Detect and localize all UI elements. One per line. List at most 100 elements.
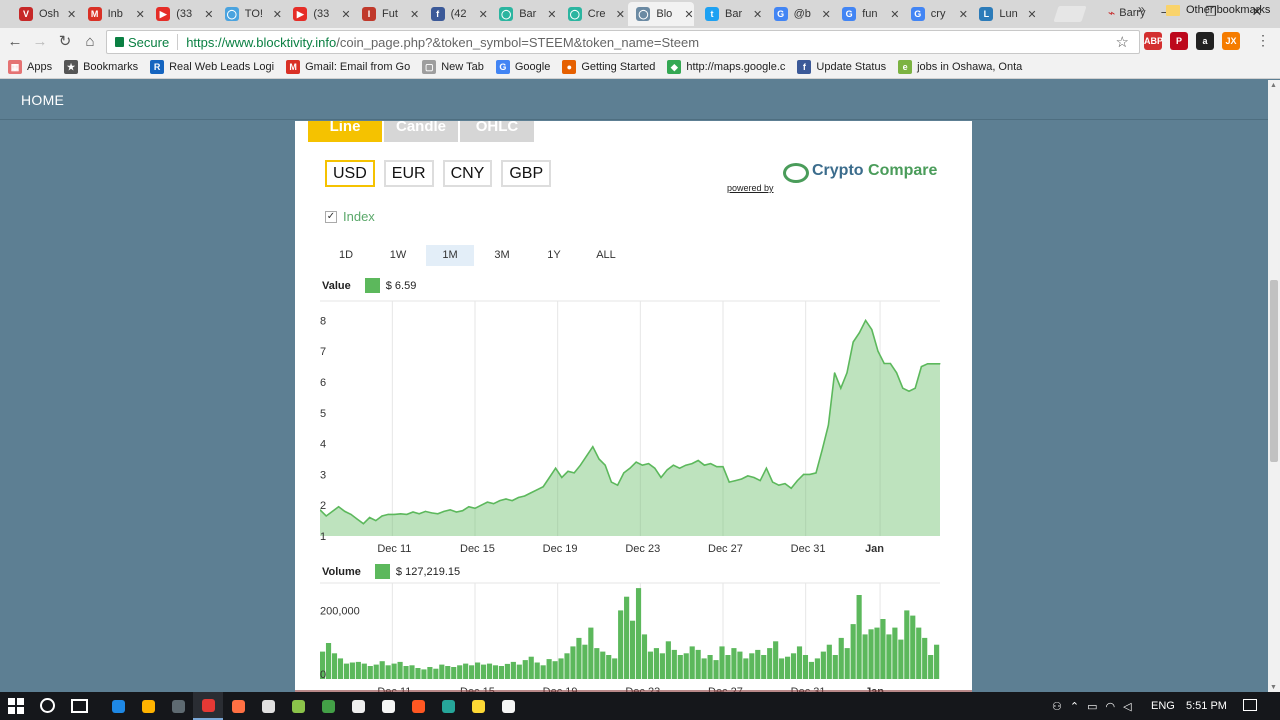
taskbar-app-icon[interactable]	[163, 692, 193, 720]
browser-tab[interactable]: ◯ Cre ✕	[560, 2, 626, 26]
taskbar-app-icon[interactable]	[103, 692, 133, 720]
tab-close-icon[interactable]: ✕	[547, 8, 556, 21]
action-center-icon[interactable]	[1243, 699, 1257, 711]
taskbar-app-icon[interactable]	[373, 692, 403, 720]
tab-close-icon[interactable]: ✕	[67, 8, 76, 21]
browser-tab[interactable]: ▶ (33 ✕	[148, 2, 214, 26]
taskbar-app-icon[interactable]	[223, 692, 253, 720]
index-checkbox[interactable]: ✓	[325, 210, 337, 223]
taskbar-app-icon[interactable]	[253, 692, 283, 720]
browser-tab[interactable]: V Osh ✕	[11, 2, 77, 26]
tab-close-icon[interactable]: ✕	[822, 8, 831, 21]
currency-button[interactable]: USD	[325, 160, 375, 187]
bookmark-item[interactable]: e jobs in Oshawa, Onta	[898, 60, 1022, 74]
scroll-down-arrow-icon[interactable]: ▼	[1270, 684, 1277, 691]
browser-tab[interactable]: Gcry ✕	[903, 2, 969, 26]
price-chart[interactable]: 1 2 3 4 5 6 7 8 Dec 11 Dec 15 Dec 19 Dec 23 Dec 27 De…	[320, 296, 950, 556]
bookmark-item[interactable]: M Gmail: Email from Go	[286, 60, 410, 74]
taskbar-app-icon[interactable]	[193, 692, 223, 720]
bookmark-item[interactable]: G Google	[495, 60, 550, 74]
currency-button[interactable]: GBP	[501, 160, 552, 187]
back-arrow-icon[interactable]: ←	[5, 32, 25, 52]
home-icon[interactable]: ⌂	[80, 32, 100, 52]
range-button[interactable]: 1M	[426, 245, 474, 266]
page-scrollbar[interactable]: ▲ ▼	[1268, 80, 1280, 692]
tab-close-icon[interactable]: ✕	[341, 8, 350, 21]
bookmark-item[interactable]: R Real Web Leads Logi	[150, 60, 274, 74]
tab-close-icon[interactable]: ✕	[890, 8, 899, 21]
tab-close-icon[interactable]: ✕	[684, 8, 693, 21]
browser-tab[interactable]: t Bar ✕	[697, 2, 763, 26]
taskbar-app-icon[interactable]	[343, 692, 373, 720]
browser-tab[interactable]: G @b ✕	[766, 2, 832, 26]
taskbar-app-icon[interactable]	[313, 692, 343, 720]
taskbar-app-icon[interactable]	[433, 692, 463, 720]
index-toggle[interactable]: ✓ Index	[325, 209, 375, 224]
scrollbar-thumb[interactable]	[1270, 280, 1278, 462]
browser-tab[interactable]: Gfun ✕	[834, 2, 900, 26]
people-icon[interactable]: ⚇	[1052, 700, 1062, 713]
taskbar-clock[interactable]: 5:51 PM	[1186, 700, 1227, 712]
range-button[interactable]: 3M	[478, 245, 526, 266]
cortana-search-icon[interactable]	[40, 698, 55, 713]
bookmark-item[interactable]: ▢ New Tab	[422, 60, 484, 74]
tab-close-icon[interactable]: ✕	[136, 8, 145, 21]
input-language[interactable]: ENG	[1151, 700, 1175, 712]
range-button[interactable]: 1Y	[530, 245, 578, 266]
new-tab-button[interactable]	[1053, 6, 1087, 22]
extension-icon[interactable]: a	[1196, 32, 1214, 50]
home-link[interactable]: HOME	[21, 92, 64, 108]
browser-tab[interactable]: I Fut ✕	[354, 2, 420, 26]
tab-close-icon[interactable]: ✕	[479, 8, 488, 21]
scroll-up-arrow-icon[interactable]: ▲	[1270, 82, 1277, 89]
volume-icon[interactable]: ◁	[1123, 700, 1131, 713]
wifi-icon[interactable]: ◠	[1106, 700, 1116, 713]
browser-tab[interactable]: f (42 ✕	[423, 2, 489, 26]
address-bar[interactable]: Secure https://www.blocktivity.info/coin…	[106, 30, 1140, 54]
chart-type-tab[interactable]: Line	[308, 121, 382, 142]
tab-close-icon[interactable]: ✕	[204, 8, 213, 21]
tab-close-icon[interactable]: ✕	[753, 8, 762, 21]
windows-start-icon[interactable]	[8, 698, 24, 714]
taskbar-app-icon[interactable]	[133, 692, 163, 720]
show-hidden-icons-chevron-icon[interactable]: ⌃	[1070, 700, 1079, 713]
bookmark-item[interactable]: ◆ http://maps.google.c	[667, 60, 785, 74]
extension-icon[interactable]: JX	[1222, 32, 1240, 50]
bookmark-item[interactable]: ▦ Apps	[8, 60, 52, 74]
tab-close-icon[interactable]: ✕	[959, 8, 968, 21]
other-bookmarks[interactable]: Other bookmarks	[1166, 4, 1270, 16]
currency-button[interactable]: EUR	[383, 160, 434, 187]
chart-type-tab[interactable]: OHLC	[460, 121, 534, 142]
tab-close-icon[interactable]: ✕	[616, 8, 625, 21]
taskbar-app-icon[interactable]	[463, 692, 493, 720]
browser-menu-icon[interactable]: ⋮	[1256, 32, 1270, 49]
range-button[interactable]: ALL	[582, 245, 630, 266]
volume-chart[interactable]: 0200,000Dec 11Dec 15Dec 19Dec 23Dec 27De…	[320, 581, 950, 692]
bookmark-item[interactable]: ★ Bookmarks	[64, 60, 138, 74]
currency-button[interactable]: CNY	[442, 160, 493, 187]
cryptocompare-logo[interactable]: Crypto Compare	[783, 161, 943, 191]
taskbar-app-icon[interactable]	[403, 692, 433, 720]
tab-close-icon[interactable]: ✕	[410, 8, 419, 21]
extension-icon[interactable]: ABP	[1144, 32, 1163, 50]
chart-type-tab[interactable]: Candle	[384, 121, 458, 142]
tab-close-icon[interactable]: ✕	[273, 8, 282, 21]
secure-indicator[interactable]: Secure	[115, 35, 169, 50]
task-view-icon[interactable]	[71, 699, 88, 713]
range-button[interactable]: 1D	[322, 245, 370, 266]
powered-by-link[interactable]: powered by	[727, 183, 774, 193]
browser-tab[interactable]: ◯ TO! ✕	[217, 2, 283, 26]
browser-tab[interactable]: ◯ Bar ✕	[491, 2, 557, 26]
bookmark-item[interactable]: ● Getting Started	[562, 60, 655, 74]
bookmark-star-icon[interactable]: ☆	[1116, 33, 1129, 51]
browser-tab[interactable]: ◯ Blo ✕	[628, 2, 695, 26]
more-bookmarks-chevron-icon[interactable]: »	[1138, 2, 1145, 16]
browser-tab[interactable]: M Inb ✕	[80, 2, 146, 26]
range-button[interactable]: 1W	[374, 245, 422, 266]
browser-tab[interactable]: ▶ (33 ✕	[285, 2, 351, 26]
taskbar-app-icon[interactable]	[283, 692, 313, 720]
forward-arrow-icon[interactable]: →	[30, 32, 50, 52]
extension-icon[interactable]: P	[1170, 32, 1188, 50]
taskbar-app-icon[interactable]	[493, 692, 523, 720]
bookmark-item[interactable]: f Update Status	[797, 60, 886, 74]
